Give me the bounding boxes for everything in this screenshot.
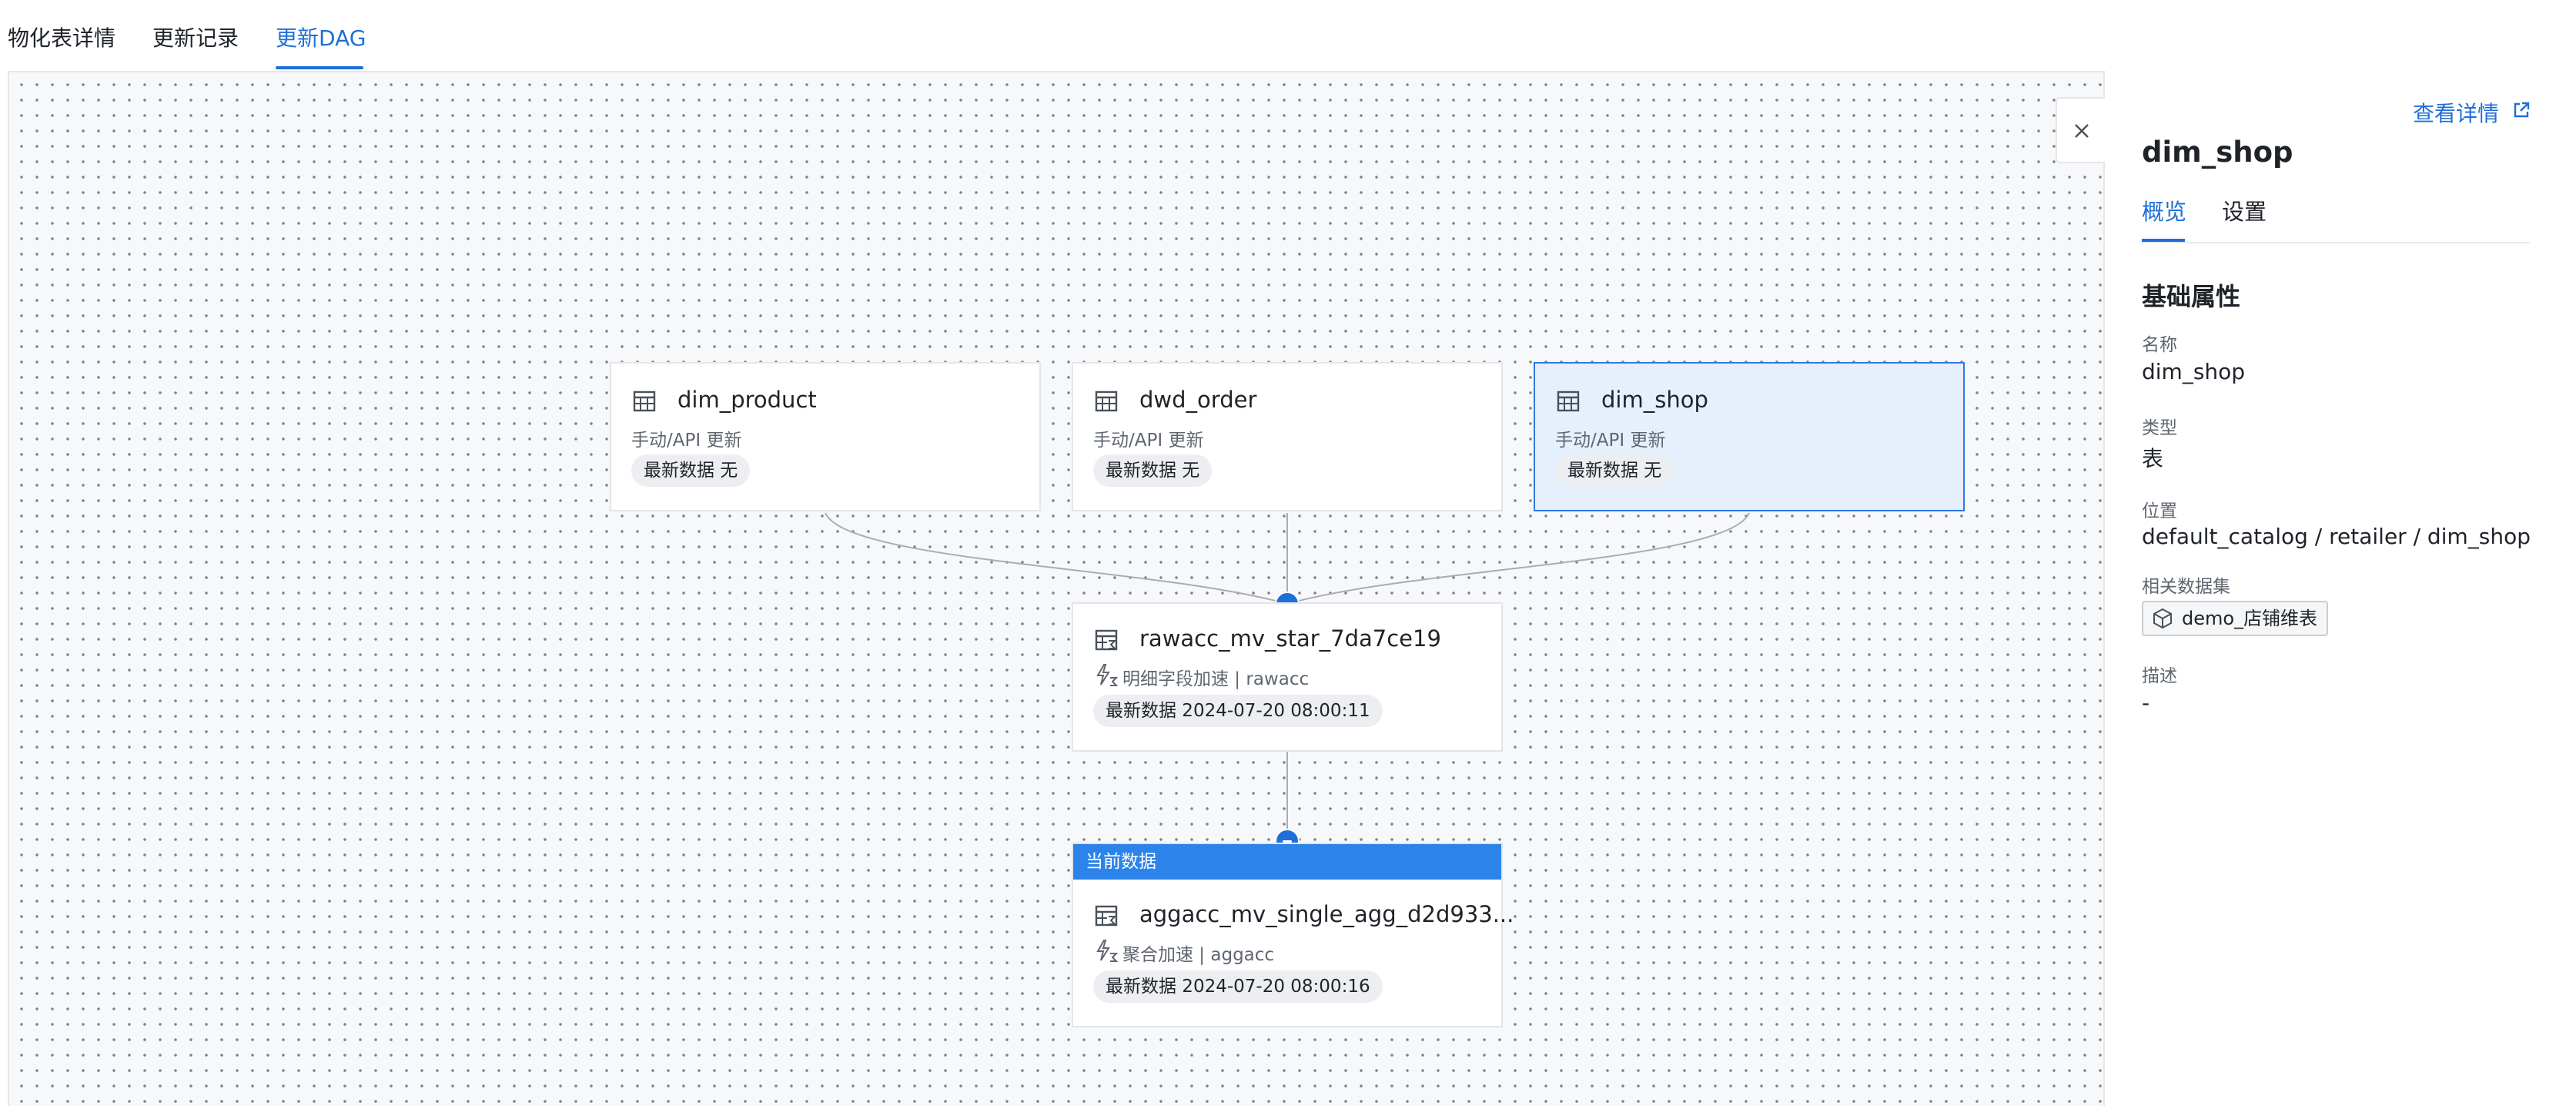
prop-value-location: default_catalog / retailer / dim_shop xyxy=(2142,524,2531,549)
tab-materialized-table-details[interactable]: 物化表详情 xyxy=(8,22,115,52)
dag-canvas[interactable] xyxy=(8,71,2105,1106)
prop-value-name: dim_shop xyxy=(2142,359,2246,384)
panel-tab-divider xyxy=(2142,242,2530,243)
close-icon xyxy=(2075,124,2089,138)
node-acceleration-type: 聚合加速 | aggacc xyxy=(1122,945,1275,965)
node-update-mode: 手动/API 更新 xyxy=(1555,431,1666,451)
prop-label-related-dataset: 相关数据集 xyxy=(2142,577,2230,597)
node-name: dwd_order xyxy=(1139,387,1257,413)
tab-update-records[interactable]: 更新记录 xyxy=(152,22,239,52)
acceleration-icon xyxy=(1096,664,1118,686)
panel-tab-settings[interactable]: 设置 xyxy=(2222,194,2267,226)
table-icon xyxy=(633,390,656,412)
prop-label-description: 描述 xyxy=(2142,666,2177,686)
dag-node-dwd-order[interactable]: dwd_order 手动/API 更新 最新数据 无 xyxy=(1072,362,1503,511)
dag-node-aggacc-current[interactable]: 当前数据 aggacc_mv_single_agg_d2d933... 聚合加速… xyxy=(1072,843,1514,1027)
table-icon xyxy=(1557,390,1580,412)
latest-data-badge: 最新数据 2024-07-20 08:00:16 xyxy=(1093,970,1383,1003)
node-name: dim_product xyxy=(677,387,817,413)
node-name: dim_shop xyxy=(1601,387,1708,413)
prop-label-name: 名称 xyxy=(2142,335,2177,355)
acceleration-icon xyxy=(1096,940,1118,962)
top-tab-bar: 物化表详情 更新记录 更新DAG xyxy=(0,0,2576,71)
materialized-view-icon xyxy=(1095,629,1118,651)
prop-label-type: 类型 xyxy=(2142,418,2177,438)
view-details-link[interactable]: 查看详情 xyxy=(2413,97,2499,128)
prop-label-location: 位置 xyxy=(2142,501,2177,521)
dataset-cube-icon xyxy=(2153,608,2172,629)
prop-value-description: - xyxy=(2142,690,2150,716)
panel-tab-overview[interactable]: 概览 xyxy=(2142,194,2186,226)
dag-node-dim-product[interactable]: dim_product 手动/API 更新 最新数据 无 xyxy=(610,362,1041,511)
close-panel-button[interactable] xyxy=(2056,97,2105,163)
tab-update-dag[interactable]: 更新DAG xyxy=(276,22,366,52)
table-icon xyxy=(1095,390,1118,412)
latest-data-badge: 最新数据 无 xyxy=(1093,454,1213,487)
latest-data-badge: 最新数据 无 xyxy=(631,454,751,487)
active-tab-indicator xyxy=(276,66,363,69)
materialized-view-icon xyxy=(1095,905,1118,927)
node-update-mode: 手动/API 更新 xyxy=(631,431,742,451)
panel-title: dim_shop xyxy=(2142,136,2293,169)
node-acceleration-type: 明细字段加速 | rawacc xyxy=(1122,669,1310,689)
external-link-icon[interactable] xyxy=(2511,100,2531,120)
node-update-mode: 手动/API 更新 xyxy=(1093,431,1204,451)
latest-data-badge: 最新数据 无 xyxy=(1555,454,1674,487)
latest-data-badge: 最新数据 2024-07-20 08:00:11 xyxy=(1093,695,1383,727)
dag-node-dim-shop[interactable]: dim_shop 手动/API 更新 最新数据 无 xyxy=(1534,362,1965,511)
related-dataset-name: demo_店铺维表 xyxy=(2182,608,2318,629)
dag-node-rawacc[interactable]: rawacc_mv_star_7da7ce19 明细字段加速 | rawacc … xyxy=(1072,602,1503,752)
prop-value-type: 表 xyxy=(2142,446,2164,471)
node-name: rawacc_mv_star_7da7ce19 xyxy=(1139,625,1441,652)
current-data-header: 当前数据 xyxy=(1073,844,1501,880)
related-dataset-tag[interactable]: demo_店铺维表 xyxy=(2142,601,2329,636)
node-name: aggacc_mv_single_agg_d2d933... xyxy=(1139,901,1514,927)
section-title-basic-properties: 基础属性 xyxy=(2142,282,2241,311)
